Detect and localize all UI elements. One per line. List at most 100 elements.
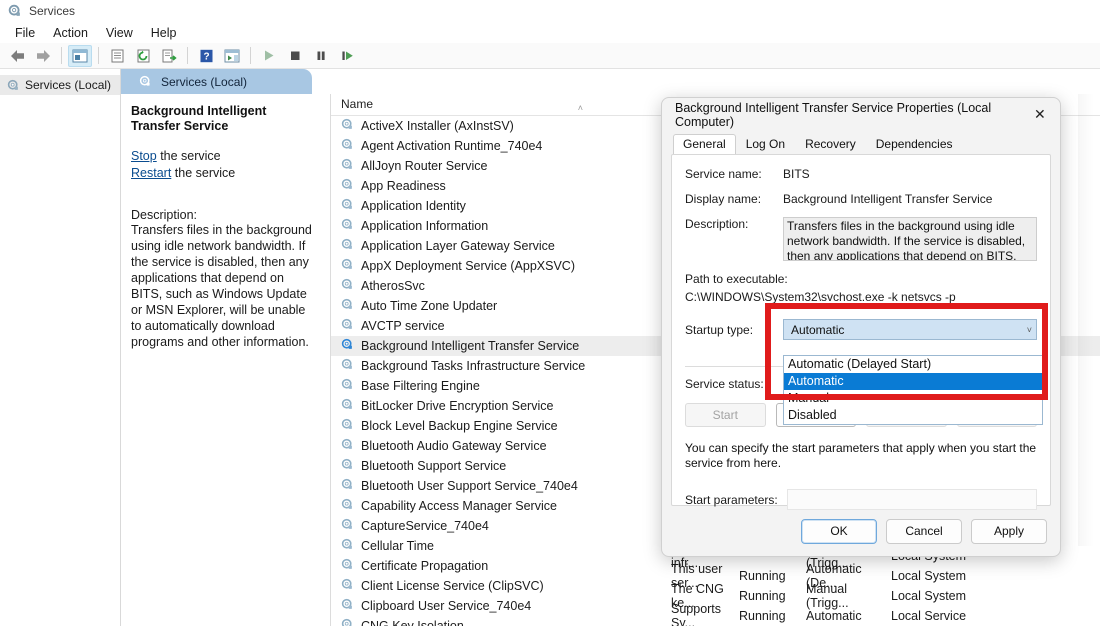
services-gear-icon — [341, 398, 354, 414]
tab-general[interactable]: General — [673, 134, 736, 154]
window-title: Services — [29, 4, 75, 18]
service-name: Block Level Backup Engine Service — [361, 419, 558, 433]
services-gear-icon — [341, 618, 354, 626]
services-gear-icon — [341, 438, 354, 454]
service-name: Capability Access Manager Service — [361, 499, 557, 513]
tree-item-label: Services (Local) — [25, 78, 111, 92]
export-list-icon[interactable] — [157, 45, 181, 67]
refresh-icon[interactable] — [131, 45, 155, 67]
cell-description: Supports Sy... — [661, 602, 739, 626]
services-gear-icon — [341, 298, 354, 314]
startup-type-option[interactable]: Automatic (Delayed Start) — [784, 356, 1042, 373]
services-gear-icon — [341, 538, 354, 554]
services-gear-icon — [341, 338, 354, 354]
startup-type-label: Startup type: — [685, 323, 783, 337]
cell-log-on-as: Local Service — [891, 609, 1011, 623]
service-name: Auto Time Zone Updater — [361, 299, 497, 313]
column-header-name[interactable]: Name ˄ — [331, 94, 607, 115]
cell-startup-type: Automatic — [806, 609, 891, 623]
service-detail-pane: Background Intelligent Transfer Service … — [121, 94, 331, 626]
cell-status: Running — [739, 569, 806, 583]
services-gear-icon — [341, 178, 354, 194]
service-name: Application Information — [361, 219, 488, 233]
column-header-name-label: Name — [341, 97, 373, 111]
startup-type-option[interactable]: Disabled — [784, 407, 1042, 424]
back-icon[interactable] — [5, 45, 29, 67]
service-name: Bluetooth Support Service — [361, 459, 506, 473]
startup-type-option[interactable]: Manual — [784, 390, 1042, 407]
forward-icon[interactable] — [31, 45, 55, 67]
ok-button[interactable]: OK — [801, 519, 877, 544]
menu-view[interactable]: View — [97, 24, 142, 42]
service-name: Background Tasks Infrastructure Service — [361, 359, 585, 373]
services-gear-icon — [341, 198, 354, 214]
close-icon[interactable]: ✕ — [1028, 103, 1052, 127]
service-name: Base Filtering Engine — [361, 379, 480, 393]
services-gear-icon — [341, 138, 354, 154]
table-row[interactable]: Supports Sy...RunningAutomaticLocal Serv… — [661, 606, 1100, 626]
service-name: Certificate Propagation — [361, 559, 488, 573]
stop-service-link[interactable]: Stop — [131, 149, 157, 163]
console-tree-pane: Services (Local) — [0, 69, 121, 626]
toolbar-separator — [61, 47, 62, 64]
tree-item-services-local[interactable]: Services (Local) — [0, 75, 120, 95]
dialog-titlebar: Background Intelligent Transfer Service … — [662, 98, 1060, 131]
startup-type-row: Startup type: Automatic ˅ Automatic (Del… — [685, 319, 1037, 340]
menu-file[interactable]: File — [6, 24, 44, 42]
startup-type-option-list: Automatic (Delayed Start)AutomaticManual… — [783, 355, 1043, 425]
services-gear-icon — [8, 4, 22, 18]
restart-link-suffix: the service — [171, 166, 235, 180]
start-button[interactable]: Start — [685, 403, 766, 427]
service-name-value: BITS — [783, 167, 810, 181]
cell-status: Running — [739, 609, 806, 623]
services-gear-icon — [341, 458, 354, 474]
stop-service-link-row: Stop the service — [131, 148, 318, 165]
service-status-label: Service status: — [685, 377, 783, 391]
tab-recovery[interactable]: Recovery — [795, 134, 866, 154]
service-name-label: Service name: — [685, 167, 783, 181]
startup-type-option[interactable]: Automatic — [784, 373, 1042, 390]
help-icon[interactable]: ? — [194, 45, 218, 67]
service-name: Application Layer Gateway Service — [361, 239, 555, 253]
services-gear-icon — [341, 498, 354, 514]
tab-services-local[interactable]: Services (Local) — [121, 69, 312, 94]
menu-help[interactable]: Help — [142, 24, 186, 42]
path-to-executable-label: Path to executable: — [685, 272, 1037, 286]
cell-log-on-as: Local System — [891, 569, 1011, 583]
services-gear-icon — [341, 578, 354, 594]
dialog-tabs: General Log On Recovery Dependencies — [662, 131, 1060, 154]
menu-action[interactable]: Action — [44, 24, 97, 42]
cancel-button[interactable]: Cancel — [886, 519, 962, 544]
show-hide-console-tree-icon[interactable] — [68, 45, 92, 67]
services-gear-icon — [341, 358, 354, 374]
service-name: AtherosSvc — [361, 279, 425, 293]
pause-service-icon[interactable] — [309, 45, 333, 67]
stop-service-icon[interactable] — [283, 45, 307, 67]
show-action-pane-icon[interactable] — [220, 45, 244, 67]
services-gear-icon — [341, 118, 354, 134]
services-gear-icon — [341, 158, 354, 174]
description-textarea[interactable]: Transfers files in the background using … — [783, 217, 1037, 261]
restart-service-icon[interactable] — [335, 45, 359, 67]
dialog-description-label: Description: — [685, 217, 783, 261]
detail-service-title: Background Intelligent Transfer Service — [131, 104, 318, 134]
apply-button[interactable]: Apply — [971, 519, 1047, 544]
display-name-row: Display name: Background Intelligent Tra… — [685, 192, 1037, 206]
service-name: AVCTP service — [361, 319, 445, 333]
tab-label: Services (Local) — [161, 75, 247, 89]
services-gear-icon — [341, 558, 354, 574]
toolbar-separator — [98, 47, 99, 64]
service-name: CNG Key Isolation — [361, 619, 464, 626]
start-service-icon[interactable] — [257, 45, 281, 67]
start-parameters-label: Start parameters: — [685, 493, 783, 507]
startup-type-dropdown[interactable]: Automatic ˅ — [783, 319, 1037, 340]
restart-service-link[interactable]: Restart — [131, 166, 171, 180]
services-gear-icon — [139, 75, 152, 88]
start-parameters-hint: You can specify the start parameters tha… — [685, 441, 1037, 471]
cell-log-on-as: Local System — [891, 589, 1011, 603]
tab-dependencies[interactable]: Dependencies — [866, 134, 963, 154]
properties-icon[interactable] — [105, 45, 129, 67]
services-gear-icon — [341, 598, 354, 614]
tab-log-on[interactable]: Log On — [736, 134, 795, 154]
tabstrip: Services (Local) — [121, 69, 1100, 94]
